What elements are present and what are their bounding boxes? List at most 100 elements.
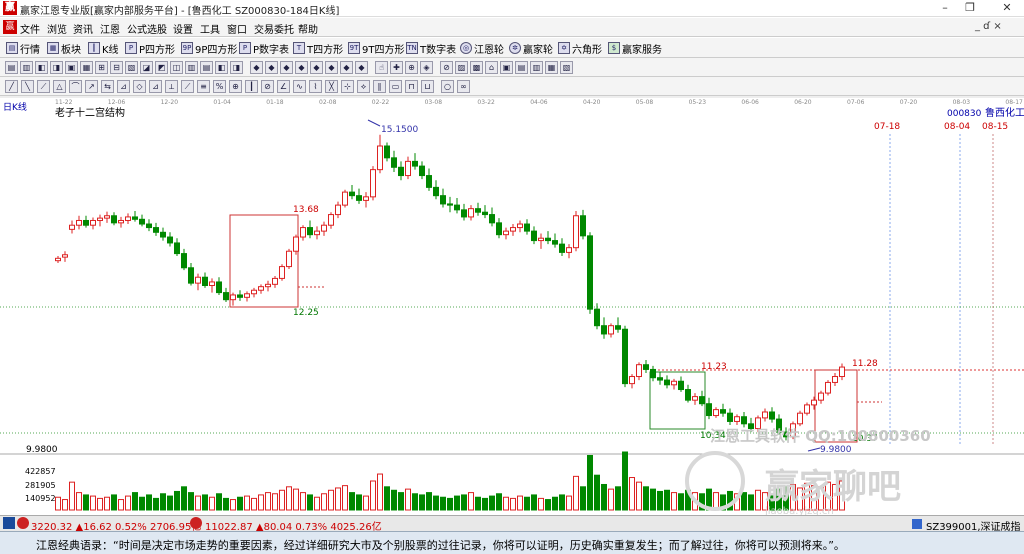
line-tool-24-icon[interactable]: ▭ <box>389 80 402 93</box>
draw-tool-34-icon[interactable]: ▥ <box>530 61 543 74</box>
draw-tool-20-icon[interactable]: ◆ <box>310 61 323 74</box>
draw-tool-11-icon[interactable]: ◫ <box>170 61 183 74</box>
menu-settings[interactable]: 设置 <box>173 21 193 36</box>
line-tool-28-icon[interactable]: ∞ <box>457 80 470 93</box>
restore-button[interactable]: ❐ <box>955 1 985 14</box>
draw-tool-12-icon[interactable]: ▥ <box>185 61 198 74</box>
menu-gann[interactable]: 江恩 <box>100 21 120 36</box>
draw-tool-25-icon[interactable]: ✚ <box>390 61 403 74</box>
sector-button[interactable]: ▦ 板块 <box>47 40 81 56</box>
draw-tool-19-icon[interactable]: ◆ <box>295 61 308 74</box>
volume-bar <box>335 487 341 511</box>
menu-trade[interactable]: 交易委托 <box>254 21 294 36</box>
9t-square-button[interactable]: 9T 9T四方形 <box>348 40 404 56</box>
line-tool-25-icon[interactable]: ⊓ <box>405 80 418 93</box>
draw-tool-13-icon[interactable]: ▤ <box>200 61 213 74</box>
quotes-button[interactable]: ▤ 行情 <box>6 40 40 56</box>
draw-tool-33-icon[interactable]: ▤ <box>515 61 528 74</box>
draw-tool-31-icon[interactable]: ⌂ <box>485 61 498 74</box>
line-tool-13-icon[interactable]: % <box>213 80 226 93</box>
line-tool-23-icon[interactable]: ∥ <box>373 80 386 93</box>
menu-formula[interactable]: 公式选股 <box>127 21 167 36</box>
draw-tool-22-icon[interactable]: ◆ <box>340 61 353 74</box>
draw-tool-27-icon[interactable]: ◈ <box>420 61 433 74</box>
draw-tool-18-icon[interactable]: ◆ <box>280 61 293 74</box>
line-tool-7-icon[interactable]: ⊿ <box>117 80 130 93</box>
line-tool-3-icon[interactable]: △ <box>53 80 66 93</box>
draw-tool-5-icon[interactable]: ▦ <box>80 61 93 74</box>
menu-help[interactable]: 帮助 <box>298 21 318 36</box>
line-tool-19-icon[interactable]: ⌇ <box>309 80 322 93</box>
line-tool-9-icon[interactable]: ⊿ <box>149 80 162 93</box>
line-tool-6-icon[interactable]: ⇆ <box>101 80 114 93</box>
menu-info[interactable]: 资讯 <box>73 21 93 36</box>
draw-tool-15-icon[interactable]: ◨ <box>230 61 243 74</box>
line-tool-15-icon[interactable]: ┃ <box>245 80 258 93</box>
candles <box>55 134 845 441</box>
draw-tool-7-icon[interactable]: ⊟ <box>110 61 123 74</box>
mdi-controls[interactable]: _ ɗ × <box>975 21 1002 32</box>
line-tool-10-icon[interactable]: ⟂ <box>165 80 178 93</box>
line-tool-26-icon[interactable]: ⊔ <box>421 80 434 93</box>
line-tool-18-icon[interactable]: ∿ <box>293 80 306 93</box>
line-tool-17-icon[interactable]: ∠ <box>277 80 290 93</box>
line-tool-8-icon[interactable]: ◇ <box>133 80 146 93</box>
draw-tool-9-icon[interactable]: ◪ <box>140 61 153 74</box>
draw-tool-21-icon[interactable]: ◆ <box>325 61 338 74</box>
draw-tool-0-icon[interactable]: ▤ <box>5 61 18 74</box>
draw-tool-35-icon[interactable]: ▦ <box>545 61 558 74</box>
p-square-button[interactable]: P P四方形 <box>125 40 175 56</box>
line-tool-21-icon[interactable]: ⊹ <box>341 80 354 93</box>
t-table-button[interactable]: TN T数字表 <box>406 40 456 56</box>
gann-wheel-button[interactable]: ◎ 江恩轮 <box>460 40 504 56</box>
p-table-button[interactable]: P P数字表 <box>239 40 289 56</box>
t-square-button[interactable]: T T四方形 <box>293 40 343 56</box>
winner-service-button[interactable]: $ 赢家服务 <box>608 40 662 56</box>
draw-tool-30-icon[interactable]: ▩ <box>470 61 483 74</box>
draw-tool-4-icon[interactable]: ▣ <box>65 61 78 74</box>
menu-window[interactable]: 窗口 <box>227 21 247 36</box>
candle-body <box>90 219 96 226</box>
line-tool-22-icon[interactable]: ⟡ <box>357 80 370 93</box>
line-tool-0-icon[interactable]: ╱ <box>5 80 18 93</box>
line-tool-12-icon[interactable]: ≡ <box>197 80 210 93</box>
draw-tool-16-icon[interactable]: ◆ <box>250 61 263 74</box>
draw-tool-1-icon[interactable]: ▥ <box>20 61 33 74</box>
winner-wheel-button[interactable]: ✲ 赢家轮 <box>509 40 553 56</box>
menu-tools[interactable]: 工具 <box>200 21 220 36</box>
draw-tool-26-icon[interactable]: ⊕ <box>405 61 418 74</box>
draw-tool-3-icon[interactable]: ◨ <box>50 61 63 74</box>
draw-tool-17-icon[interactable]: ◆ <box>265 61 278 74</box>
line-tool-2-icon[interactable]: ⟋ <box>37 80 50 93</box>
kline-chart[interactable]: 11-22 12-06 12-20 01-04 01-18 02-08 02-22 03-08… <box>0 96 1024 517</box>
draw-tool-23-icon[interactable]: ◆ <box>355 61 368 74</box>
index-select-icon[interactable] <box>912 519 922 529</box>
draw-tool-6-icon[interactable]: ⊞ <box>95 61 108 74</box>
draw-tool-32-icon[interactable]: ▣ <box>500 61 513 74</box>
draw-tool-2-icon[interactable]: ◧ <box>35 61 48 74</box>
menu-browse[interactable]: 浏览 <box>47 21 67 36</box>
close-button[interactable]: ✕ <box>992 1 1022 14</box>
line-tool-5-icon[interactable]: ↗ <box>85 80 98 93</box>
draw-tool-36-icon[interactable]: ▧ <box>560 61 573 74</box>
menu-file[interactable]: 文件 <box>20 21 40 36</box>
draw-tool-28-icon[interactable]: ⊘ <box>440 61 453 74</box>
hexagon-button[interactable]: ✡ 六角形 <box>558 40 602 56</box>
kline-button[interactable]: ┃ K线 <box>88 40 119 56</box>
quotes-label: 行情 <box>20 44 40 56</box>
draw-tool-29-icon[interactable]: ▨ <box>455 61 468 74</box>
volume-bar <box>573 475 579 511</box>
line-tool-14-icon[interactable]: ⊕ <box>229 80 242 93</box>
chart-area[interactable]: 11-22 12-06 12-20 01-04 01-18 02-08 02-22 03-08… <box>0 96 1024 517</box>
line-tool-16-icon[interactable]: ⊘ <box>261 80 274 93</box>
line-tool-1-icon[interactable]: ╲ <box>21 80 34 93</box>
draw-tool-8-icon[interactable]: ▧ <box>125 61 138 74</box>
line-tool-11-icon[interactable]: ⟋ <box>181 80 194 93</box>
9p-square-button[interactable]: 9P 9P四方形 <box>181 40 237 56</box>
line-tool-27-icon[interactable]: ○ <box>441 80 454 93</box>
draw-tool-24-icon[interactable]: ☝ <box>375 61 388 74</box>
line-tool-4-icon[interactable]: ⌒ <box>69 80 82 93</box>
line-tool-20-icon[interactable]: ╳ <box>325 80 338 93</box>
draw-tool-14-icon[interactable]: ◧ <box>215 61 228 74</box>
draw-tool-10-icon[interactable]: ◩ <box>155 61 168 74</box>
